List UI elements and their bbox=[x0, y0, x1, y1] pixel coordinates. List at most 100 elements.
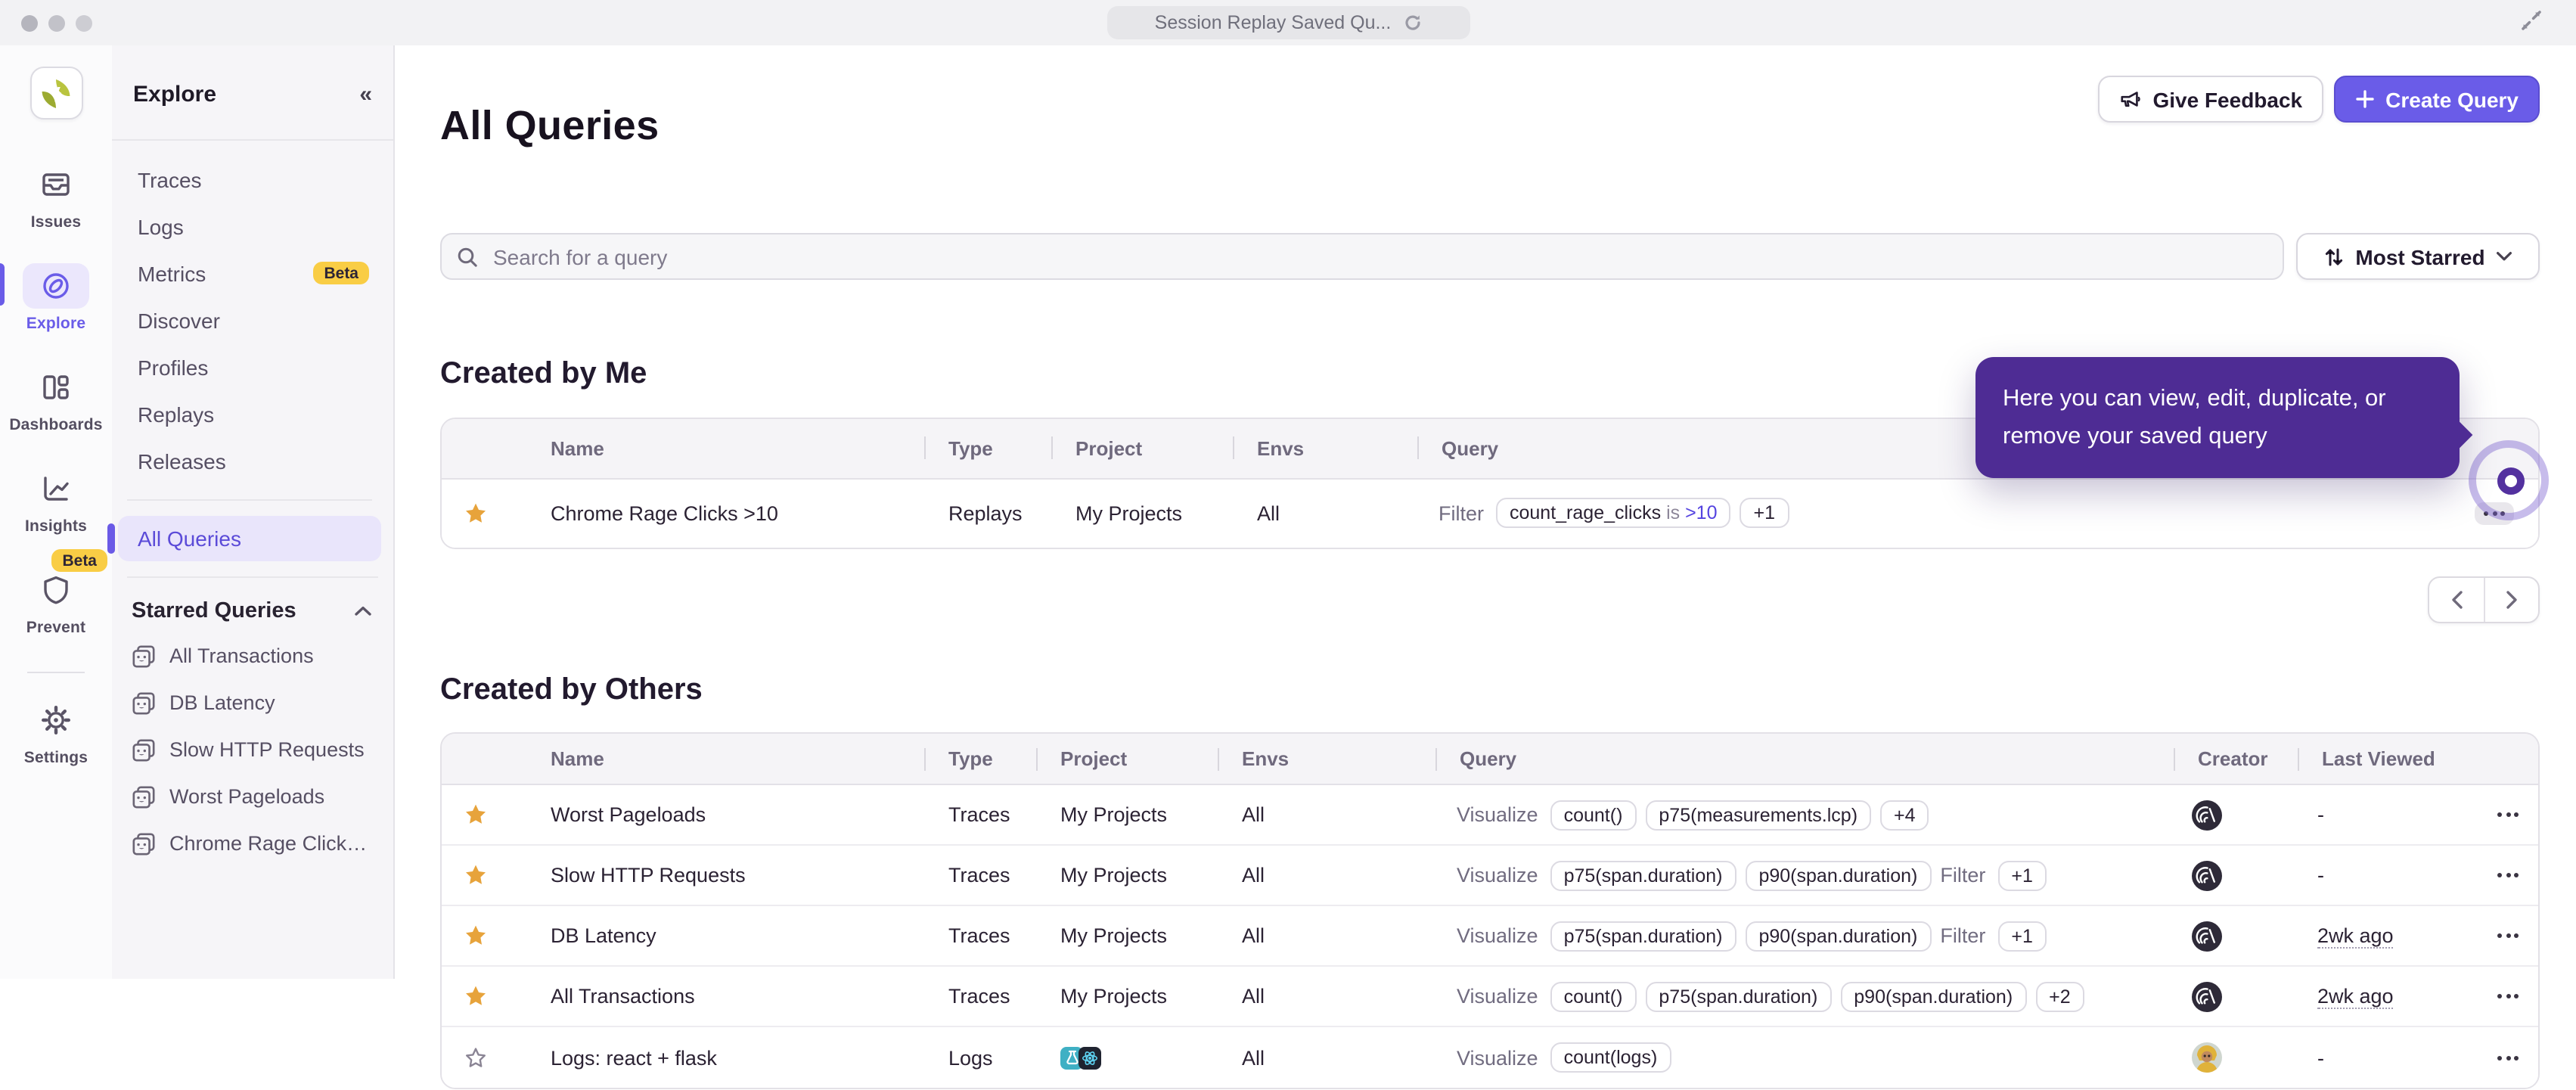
project-cell: My Projects bbox=[1060, 803, 1168, 827]
query-chip: p90(span.duration) bbox=[1745, 921, 1932, 952]
starred-query-all-transactions[interactable]: All Transactions bbox=[112, 632, 393, 679]
sidebar-item-label: Logs bbox=[138, 214, 184, 238]
sort-label: Most Starred bbox=[2355, 244, 2485, 269]
starred-query-slow-http-requests[interactable]: Slow HTTP Requests bbox=[112, 726, 393, 773]
close-window-icon[interactable] bbox=[21, 14, 38, 31]
rail-item-explore[interactable]: Explore bbox=[0, 263, 112, 333]
sidebar-item-all-queries[interactable]: All Queries bbox=[107, 516, 381, 561]
org-avatar[interactable] bbox=[29, 67, 82, 120]
sidebar-item-metrics[interactable]: Metrics Beta bbox=[118, 250, 381, 297]
give-feedback-button[interactable]: Give Feedback bbox=[2098, 76, 2324, 123]
sidebar-item-label: All Queries bbox=[138, 526, 241, 551]
tab-title: Session Replay Saved Qu... bbox=[1154, 12, 1392, 33]
row-actions-button[interactable] bbox=[2488, 1047, 2528, 1070]
envs-cell: All bbox=[1242, 924, 1265, 948]
chip-text: >10 bbox=[1685, 502, 1718, 524]
query-cell: Visualize count() p75(measurements.lcp) +4 bbox=[1435, 800, 2174, 831]
sidebar-item-logs[interactable]: Logs bbox=[118, 203, 381, 250]
dashboards-icon bbox=[23, 365, 89, 410]
collapse-panel-icon[interactable]: « bbox=[359, 81, 372, 107]
column-header-last-viewed: Last Viewed bbox=[2298, 734, 2482, 784]
starred-query-db-latency[interactable]: DB Latency bbox=[112, 679, 393, 726]
section-heading-created-by-others: Created by Others bbox=[440, 672, 703, 706]
query-name-link[interactable]: DB Latency bbox=[551, 925, 656, 948]
sidebar-item-label: Metrics bbox=[138, 261, 206, 285]
actions-cell bbox=[2482, 804, 2538, 827]
name-cell: All Transactions bbox=[526, 986, 924, 1008]
search-input[interactable] bbox=[490, 243, 2267, 271]
table-row: Worst Pageloads Traces My Projects All Visua… bbox=[442, 785, 2538, 846]
zoom-window-icon[interactable] bbox=[76, 14, 92, 31]
rail-item-prevent[interactable]: Beta Prevent bbox=[0, 549, 112, 637]
rail-item-label: Explore bbox=[26, 315, 86, 333]
query-clause-label: Filter bbox=[1940, 864, 1986, 887]
browser-tab[interactable]: Session Replay Saved Qu... bbox=[1106, 6, 1470, 39]
saved-query-icon bbox=[132, 644, 156, 668]
query-name-link[interactable]: Slow HTTP Requests bbox=[551, 865, 746, 887]
minimize-window-icon[interactable] bbox=[48, 14, 65, 31]
row-actions-button[interactable] bbox=[2488, 865, 2528, 887]
reload-icon[interactable] bbox=[1403, 14, 1421, 32]
sidebar-item-discover[interactable]: Discover bbox=[118, 297, 381, 343]
page-title: All Queries bbox=[440, 103, 660, 149]
project-icons bbox=[1060, 1046, 1101, 1070]
row-actions-button[interactable] bbox=[2488, 804, 2528, 827]
row-star-cell bbox=[442, 925, 526, 948]
chevron-down-icon bbox=[2496, 251, 2512, 262]
rail-item-insights[interactable]: Insights bbox=[0, 466, 112, 536]
star-toggle[interactable] bbox=[464, 1047, 487, 1070]
rail-item-settings[interactable]: Settings bbox=[0, 697, 112, 767]
query-chip: count() bbox=[1550, 981, 1637, 1012]
traffic-lights[interactable] bbox=[21, 14, 92, 31]
query-name-link[interactable]: Logs: react + flask bbox=[551, 1047, 717, 1070]
rail-item-dashboards[interactable]: Dashboards bbox=[0, 365, 112, 434]
sort-button[interactable]: Most Starred bbox=[2296, 233, 2540, 281]
name-cell: Chrome Rage Clicks >10 bbox=[526, 502, 924, 525]
row-star-cell bbox=[442, 986, 526, 1008]
table-row: Slow HTTP Requests Traces My Projects All Vi… bbox=[442, 846, 2538, 907]
starred-query-label: Chrome Rage Click… bbox=[169, 832, 368, 855]
row-actions-button[interactable] bbox=[2488, 986, 2528, 1008]
insights-icon bbox=[23, 466, 89, 511]
query-clause-label: Visualize bbox=[1457, 803, 1538, 827]
query-chip: +1 bbox=[1740, 498, 1789, 529]
query-search[interactable] bbox=[440, 233, 2284, 281]
star-toggle[interactable] bbox=[464, 986, 487, 1008]
query-name-link[interactable]: Worst Pageloads bbox=[551, 804, 706, 827]
star-toggle[interactable] bbox=[464, 865, 487, 887]
collapse-section-icon[interactable] bbox=[354, 605, 372, 617]
beta-badge: Beta bbox=[51, 549, 107, 572]
row-actions-button[interactable] bbox=[2475, 502, 2514, 525]
sidebar-item-releases[interactable]: Releases bbox=[118, 437, 381, 484]
starred-query-worst-pageloads[interactable]: Worst Pageloads bbox=[112, 773, 393, 820]
project-cell bbox=[1036, 1046, 1218, 1070]
prev-page-button[interactable] bbox=[2429, 578, 2484, 622]
table-header: Name Type Project Envs Query Creator Last View… bbox=[442, 734, 2538, 786]
create-query-button[interactable]: Create Query bbox=[2334, 76, 2540, 123]
fullscreen-icon[interactable] bbox=[2520, 9, 2543, 32]
sidebar-item-label: Profiles bbox=[138, 355, 209, 379]
star-toggle[interactable] bbox=[464, 502, 487, 525]
query-clause-label: Visualize bbox=[1457, 864, 1538, 887]
panel-title: Explore bbox=[133, 81, 217, 107]
rail-item-label: Insights bbox=[24, 517, 88, 536]
sidebar-item-profiles[interactable]: Profiles bbox=[118, 343, 381, 390]
query-name-link[interactable]: Chrome Rage Clicks >10 bbox=[551, 502, 778, 525]
sidebar-item-replays[interactable]: Replays bbox=[118, 390, 381, 437]
query-name-link[interactable]: All Transactions bbox=[551, 986, 695, 1008]
next-page-button[interactable] bbox=[2484, 577, 2538, 622]
last-viewed-cell: - bbox=[2298, 804, 2482, 827]
rail-item-issues[interactable]: Issues bbox=[0, 162, 112, 231]
query-chip: count() bbox=[1550, 800, 1637, 831]
starred-query-chrome-rage-click-[interactable]: Chrome Rage Click… bbox=[112, 820, 393, 867]
sidebar-item-traces[interactable]: Traces bbox=[118, 156, 381, 203]
query-cell: Filter count_rage_clicks is >10 +1 bbox=[1417, 498, 2160, 529]
row-actions-button[interactable] bbox=[2488, 925, 2528, 948]
envs-cell: All bbox=[1242, 864, 1265, 887]
name-cell: Worst Pageloads bbox=[526, 804, 924, 827]
query-chip: p75(span.duration) bbox=[1550, 921, 1736, 952]
star-toggle[interactable] bbox=[464, 804, 487, 827]
query-chip: +1 bbox=[1997, 921, 2047, 952]
star-toggle[interactable] bbox=[464, 925, 487, 948]
workspace-logo-icon bbox=[42, 79, 70, 107]
